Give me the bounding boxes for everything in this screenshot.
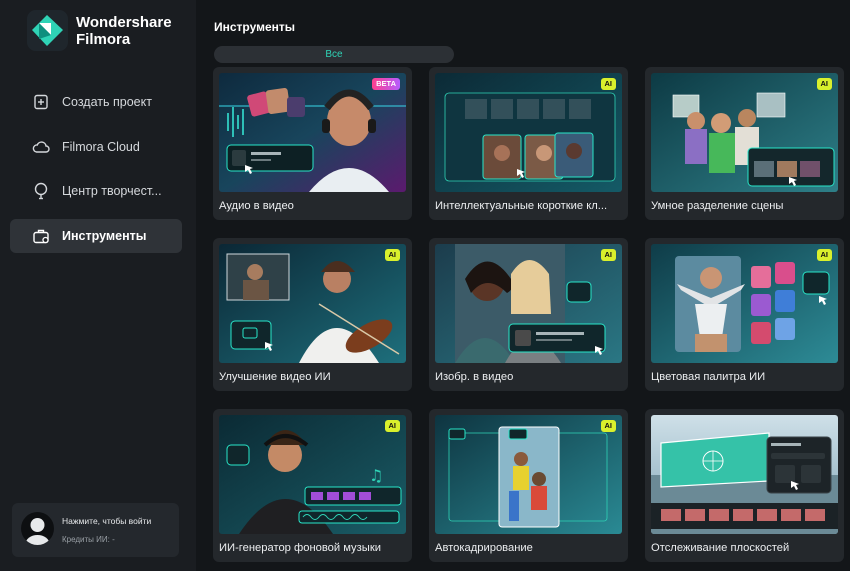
app-window: Wondershare Filmora Создать проект Filmo… [0,0,850,571]
card-label: Интеллектуальные короткие кл... [435,200,608,212]
card-thumbnail: AI [651,73,838,192]
ai-badge: AI [600,78,616,90]
tool-card-image-to-video[interactable]: AI Изобр. в видео [429,238,628,391]
brand-name: Wondershare Filmora [76,14,172,48]
sidebar-item-creative-center[interactable]: Центр творчест... [10,174,182,208]
filter-tab-all[interactable]: Все [214,46,454,63]
brand-line-1: Wondershare [76,13,172,31]
tool-card-ai-music-generator[interactable]: ♫ AI ИИ-генератор фоновой музыки [213,409,412,562]
card-label: Изобр. в видео [435,371,514,383]
ai-badge: AI [600,420,616,432]
card-thumbnail: AI [219,244,406,363]
bulb-icon [32,182,50,200]
card-thumbnail: AI [435,415,622,534]
card-thumbnail: AI [435,244,622,363]
login-panel[interactable]: Нажмите, чтобы войти Кредиты ИИ: - [12,503,179,557]
login-prompt: Нажмите, чтобы войти [62,516,152,526]
ai-badge: AI [816,249,832,261]
sidebar-item-label: Инструменты [62,229,147,243]
tool-card-ai-color-palette[interactable]: AI Цветовая палитра ИИ [645,238,844,391]
sidebar-item-label: Центр творчест... [62,184,162,198]
app-logo: Wondershare Filmora [27,10,172,51]
avatar [21,512,54,545]
sidebar: Wondershare Filmora Создать проект Filmo… [0,0,196,571]
sidebar-item-tools[interactable]: Инструменты [10,219,182,253]
card-label: Отслеживание плоскостей [651,542,790,554]
card-thumbnail: ♫ AI [219,415,406,534]
tool-card-ai-video-enhancer[interactable]: AI Улучшение видео ИИ [213,238,412,391]
ai-credits: Кредиты ИИ: - [62,535,115,544]
tool-card-smart-short-clips[interactable]: AI Интеллектуальные короткие кл... [429,67,628,220]
page-title: Инструменты [214,20,296,34]
toolbox-icon [32,227,50,245]
cloud-icon [32,138,50,156]
card-label: Цветовая палитра ИИ [651,371,766,383]
sidebar-item-create-project[interactable]: Создать проект [10,85,182,119]
sidebar-item-filmora-cloud[interactable]: Filmora Cloud [10,130,182,164]
card-thumbnail: AI [435,73,622,192]
card-thumbnail [651,415,838,534]
card-label: Автокадрирование [435,542,533,554]
beta-badge: BETA [372,78,400,90]
ai-badge: AI [816,78,832,90]
brand-line-2: Filmora [76,30,131,48]
sidebar-item-label: Filmora Cloud [62,140,140,154]
tool-card-auto-reframe[interactable]: AI Автокадрирование [429,409,628,562]
sidebar-item-label: Создать проект [62,95,152,109]
plus-square-icon [32,93,50,111]
card-label: ИИ-генератор фоновой музыки [219,542,381,554]
card-thumbnail: AI [651,244,838,363]
filmora-logo-icon [27,10,68,51]
tool-card-audio-to-video[interactable]: BETA Аудио в видео [213,67,412,220]
card-label: Аудио в видео [219,200,294,212]
card-label: Улучшение видео ИИ [219,371,331,383]
svg-text:♫: ♫ [369,466,383,485]
ai-badge: AI [384,420,400,432]
tool-card-planar-tracking[interactable]: Отслеживание плоскостей [645,409,844,562]
ai-badge: AI [384,249,400,261]
ai-badge: AI [600,249,616,261]
tool-card-scene-detection[interactable]: AI Умное разделение сцены [645,67,844,220]
card-thumbnail: BETA [219,73,406,192]
card-label: Умное разделение сцены [651,200,784,212]
